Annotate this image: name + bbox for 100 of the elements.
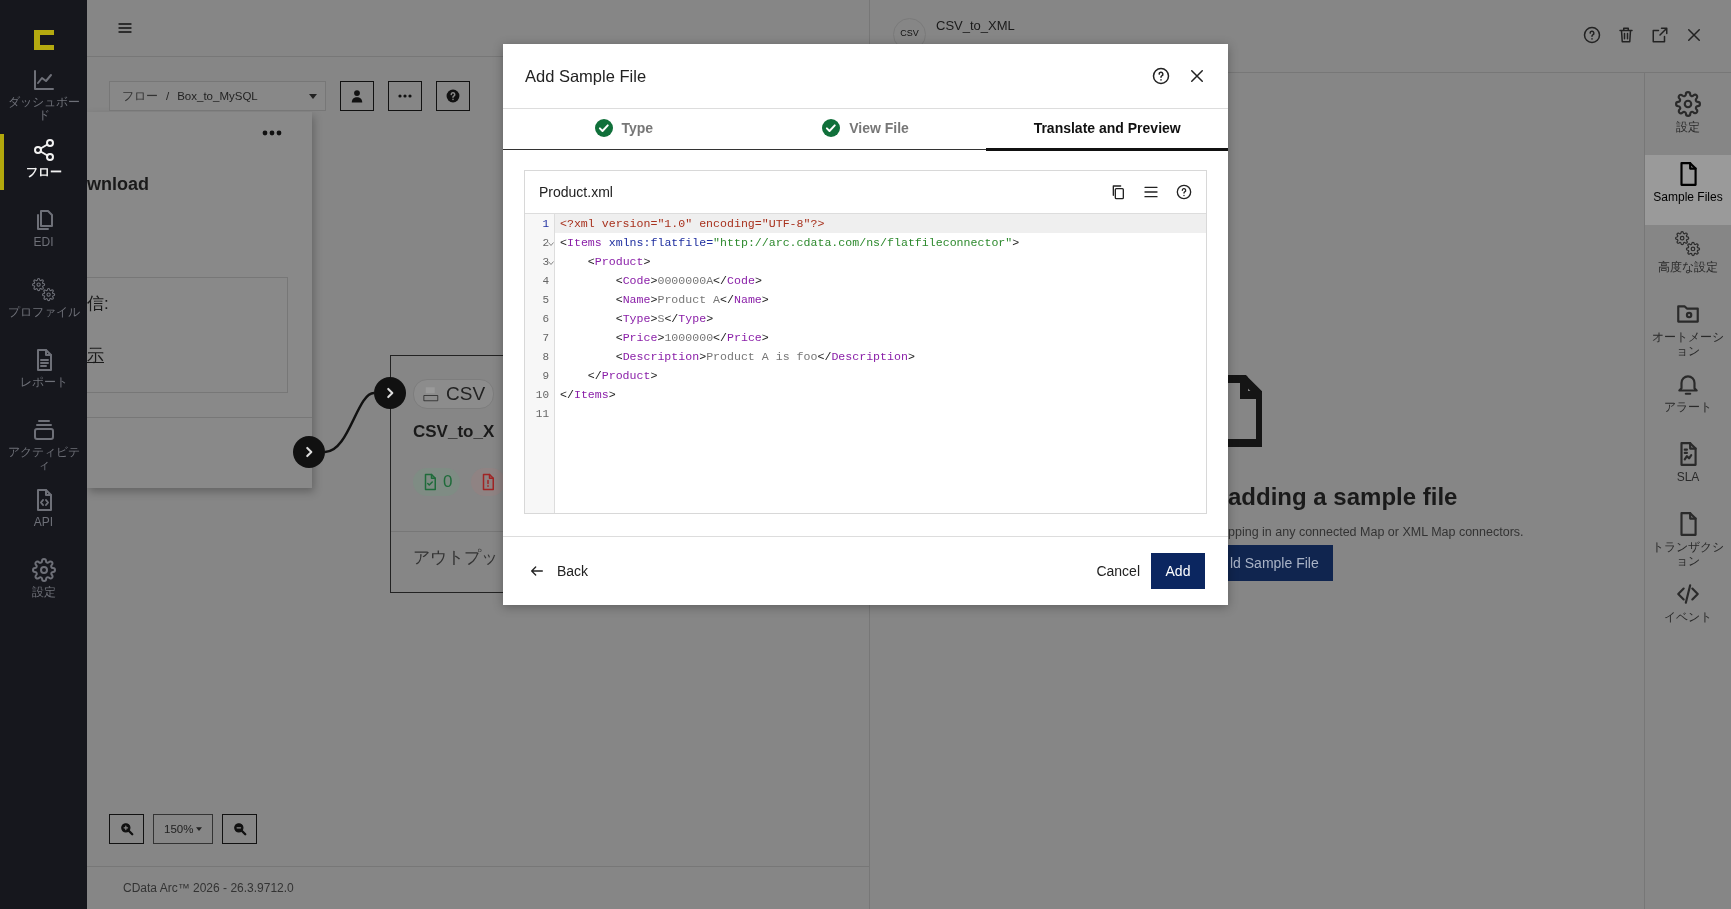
breadcrumb-dropdown[interactable]: フロー / Box_to_MySQL [109,81,326,111]
chart-icon [31,68,56,92]
more-icon [398,94,412,98]
more-button[interactable] [262,130,282,136]
trash-icon [1617,26,1635,44]
gears-icon [31,278,56,302]
add-button[interactable]: Add [1151,553,1205,589]
format-button[interactable] [1143,184,1159,200]
external-link-icon [1651,26,1669,44]
rail-item[interactable]: 高度な設定 [1645,225,1731,295]
output-port[interactable] [293,436,325,468]
code-line: <Code>0000000A</Code> [614,273,763,289]
flow-node-card[interactable]: CSV CSV_to_X 0 アウトプッ [390,355,503,593]
fold-icon[interactable] [548,242,554,246]
line-number: 7 [525,328,555,347]
lines-icon [1143,184,1159,200]
line-number: 11 [525,404,555,423]
zoom-level-dropdown[interactable]: 150% [153,814,214,844]
code-line: <Type>S</Type> [614,311,715,327]
arrow-left-icon [529,563,545,579]
rail-item[interactable]: オートメーション [1645,295,1731,365]
output-label: アウトプッ [413,547,498,569]
nav-item[interactable]: アクティビティ [0,414,87,484]
line-number: 3 [525,252,555,271]
code-line: </Items> [559,387,617,403]
cancel-button[interactable]: Cancel [1086,553,1150,589]
zoom-out-button[interactable] [222,814,258,844]
stack-icon [31,418,56,442]
zoom-out-icon [232,822,247,836]
copy-button[interactable] [1110,184,1126,200]
dialog-title: Add Sample File [525,66,647,86]
line-number: 10 [525,385,555,404]
menu-icon [117,20,133,36]
fold-icon[interactable] [548,261,554,265]
file-name: Product.xml [539,184,613,200]
copy-icon [1110,184,1126,200]
empty-state-heading: adding a sample file [1228,483,1458,511]
line-number: 8 [525,347,555,366]
line-number: 5 [525,290,555,309]
received-label: 信: [87,293,109,315]
help-icon [1152,67,1170,85]
type-badge: CSV [413,379,495,409]
line-number: 2 [525,233,555,252]
help-icon [1583,26,1601,44]
empty-state-text: pping in any connected Map or XML Map connectors. [1228,525,1524,539]
help-button[interactable] [1176,184,1192,200]
nav-item[interactable]: API [0,484,87,554]
help-icon [446,89,460,103]
delete-button[interactable] [1617,26,1635,44]
logo-icon [31,28,56,52]
view-link[interactable]: 示 [87,344,104,367]
zoom-in-icon [119,822,134,836]
user-button[interactable] [340,81,374,111]
help-button[interactable] [1152,67,1170,85]
close-icon [1685,26,1703,44]
code-icon [1675,581,1701,607]
success-count-badge: 0 [413,468,461,496]
connector-line [323,391,376,454]
nav-item[interactable]: EDI [0,204,87,274]
gear-icon [31,558,56,582]
gears-icon [1675,231,1701,257]
code-line: <Price>1000000</Price> [614,330,770,346]
nav-item[interactable]: レポート [0,344,87,414]
close-icon [1188,67,1206,85]
share-icon [31,138,56,162]
code-line: <Product> [586,254,652,270]
nav-item[interactable]: フロー [0,134,87,204]
help-icon [1176,184,1192,200]
nav-item[interactable]: プロファイル [0,274,87,344]
input-port[interactable] [374,377,406,409]
caret-icon [309,93,317,99]
code-line: <Items xmlns:flatfile="http://arc.cdata.com/ns/flatfileconnector"> [559,235,1021,251]
back-button[interactable]: Back [529,563,589,579]
csv-file-icon [422,385,440,403]
nav-item[interactable]: ダッシュボード [0,64,87,134]
step-tab[interactable]: Type [503,109,745,151]
step-tab[interactable]: Translate and Preview [986,109,1228,151]
line-number: 6 [525,309,555,328]
code-line: </Product> [586,368,659,384]
gear-icon [1675,91,1701,117]
rail-item[interactable]: イベント [1645,575,1731,645]
caret-icon [196,827,203,831]
open-external-button[interactable] [1651,26,1669,44]
rail-item[interactable]: アラート [1645,365,1731,435]
line-number: 9 [525,366,555,385]
node-title: wnload [87,174,149,195]
rail-item[interactable]: SLA [1645,435,1731,505]
nav-item[interactable]: 設定 [0,554,87,624]
step-tab[interactable]: View File [744,109,987,151]
panel-title: CSV_to_XML [936,18,1015,33]
rail-item[interactable]: トランザクション [1645,505,1731,575]
zoom-in-button[interactable] [109,814,144,844]
rail-item[interactable]: 設定 [1645,85,1731,155]
node-title: CSV_to_X [413,422,495,442]
add-sample-file-button[interactable]: ld Sample File [1228,545,1333,581]
rail-item[interactable]: Sample Files [1645,155,1731,225]
more-button[interactable] [388,81,422,111]
code-line: <Name>Product A</Name> [614,292,770,308]
flow-node-card[interactable]: wnload 信: 示 [87,112,312,488]
close-button[interactable] [1188,67,1206,85]
